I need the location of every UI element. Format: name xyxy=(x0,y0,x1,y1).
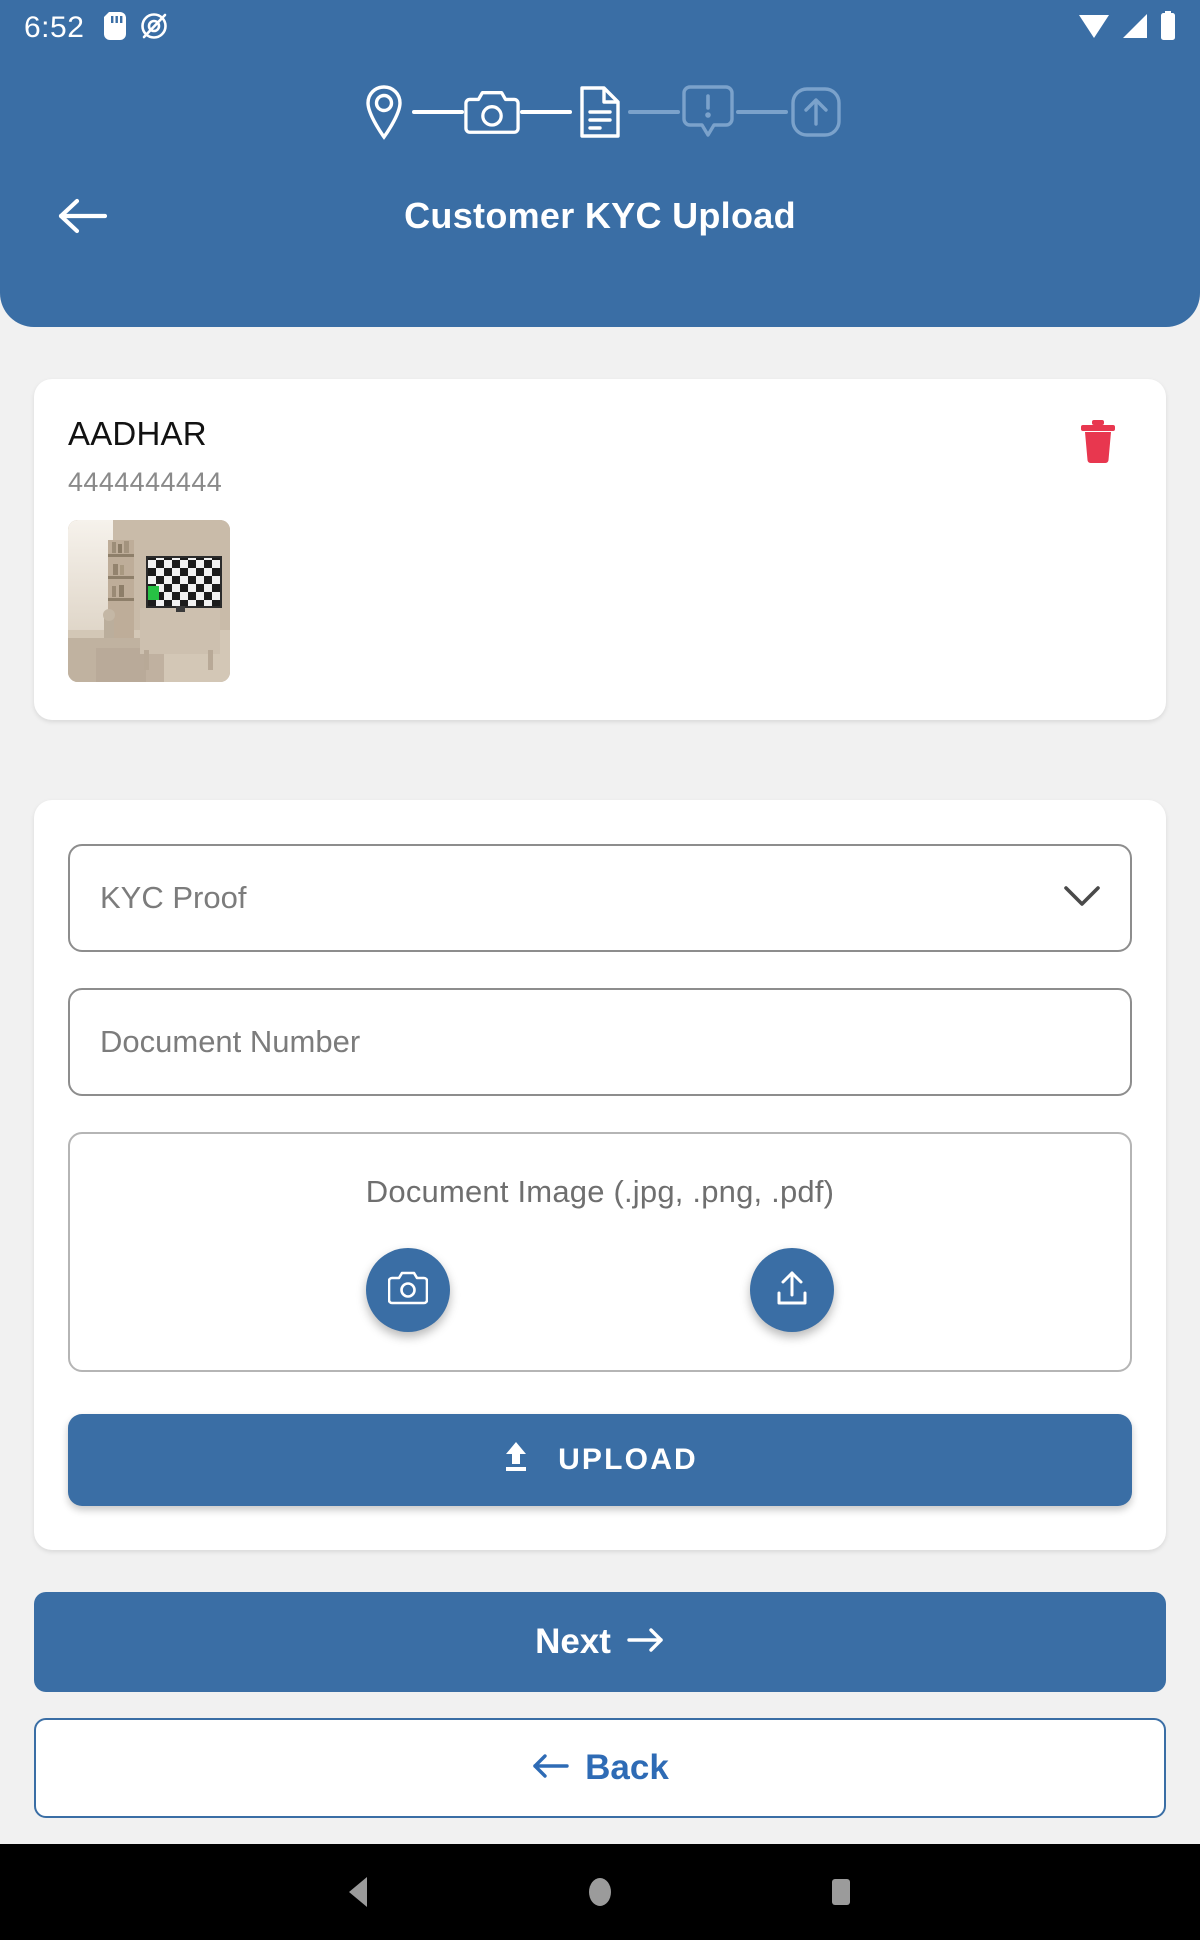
sd-card-icon xyxy=(104,11,127,45)
app-header: 6:52 Customer KYC Upload xyxy=(0,0,1200,327)
system-home-button[interactable] xyxy=(583,1873,617,1911)
back-button-label: Back xyxy=(585,1748,669,1787)
document-thumbnail[interactable] xyxy=(68,520,230,682)
upload-button[interactable]: UPLOAD xyxy=(68,1414,1132,1506)
capture-photo-button[interactable] xyxy=(366,1248,450,1332)
title-bar: Customer KYC Upload xyxy=(0,178,1200,254)
document-image-actions xyxy=(70,1248,1130,1332)
upload-icon xyxy=(774,1269,810,1312)
circle-home-icon xyxy=(589,1878,611,1906)
progress-stepper xyxy=(0,80,1200,144)
step-alert-bubble[interactable] xyxy=(680,84,736,140)
square-recents-icon xyxy=(832,1879,850,1905)
document-number-value: 4444444444 xyxy=(68,467,223,497)
trash-icon xyxy=(1078,418,1118,469)
stepper-connector-2 xyxy=(520,110,572,114)
wizard-navigation: Next Back xyxy=(34,1592,1166,1818)
camera-icon xyxy=(387,1270,429,1311)
battery-icon xyxy=(1160,10,1176,46)
system-recents-button[interactable] xyxy=(825,1873,857,1911)
kyc-proof-select-value: KYC Proof xyxy=(100,880,247,915)
status-bar-right-icons xyxy=(1078,10,1176,46)
status-bar-left-icons xyxy=(104,11,168,45)
step-camera[interactable] xyxy=(464,84,520,140)
step-location-pin[interactable] xyxy=(356,84,412,140)
stepper-connector-4 xyxy=(736,110,788,114)
triangle-back-icon xyxy=(349,1877,367,1907)
app-screen: 6:52 Customer KYC Upload AADHAR 44444444… xyxy=(0,0,1200,1940)
stepper-connector-3 xyxy=(628,110,680,114)
uploaded-document-card: AADHAR 4444444444 xyxy=(34,379,1166,720)
next-button-label: Next xyxy=(535,1622,611,1661)
system-navigation-bar xyxy=(0,1844,1200,1940)
step-document[interactable] xyxy=(572,84,628,140)
next-button[interactable]: Next xyxy=(34,1592,1166,1692)
document-image-label: Document Image (.jpg, .png, .pdf) xyxy=(365,1174,835,1209)
document-image-dropzone: Document Image (.jpg, .png, .pdf) xyxy=(68,1132,1132,1372)
delete-document-button[interactable] xyxy=(1072,417,1124,469)
system-back-button[interactable] xyxy=(343,1874,375,1910)
upload-button-label: UPLOAD xyxy=(558,1443,698,1476)
status-bar-clock: 6:52 xyxy=(24,11,85,44)
kyc-upload-form-card: KYC Proof Document Number Document Image… xyxy=(34,800,1166,1550)
arrow-left-icon xyxy=(531,1748,569,1788)
cellular-signal-icon xyxy=(1120,12,1150,45)
upload-arrow-icon xyxy=(502,1440,530,1480)
step-upload-box[interactable] xyxy=(788,84,844,140)
document-type-label: AADHAR xyxy=(68,415,207,452)
wifi-icon xyxy=(1078,12,1110,45)
page-content: AADHAR 4444444444 KYC Proof Document Num… xyxy=(0,327,1200,1844)
status-bar: 6:52 xyxy=(0,0,1200,56)
document-number-placeholder: Document Number xyxy=(100,1024,361,1059)
vibrate-mode-icon xyxy=(140,12,168,45)
page-title: Customer KYC Upload xyxy=(404,195,796,236)
kyc-proof-select[interactable]: KYC Proof xyxy=(68,844,1132,952)
room-interior-photo-image xyxy=(68,520,230,682)
bottom-spacer xyxy=(0,1818,1200,1844)
back-button[interactable]: Back xyxy=(34,1718,1166,1818)
arrow-right-icon xyxy=(627,1622,665,1662)
chevron-down-icon xyxy=(1064,885,1100,912)
document-number-field[interactable]: Document Number xyxy=(68,988,1132,1096)
browse-file-button[interactable] xyxy=(750,1248,834,1332)
stepper-connector-1 xyxy=(412,110,464,114)
